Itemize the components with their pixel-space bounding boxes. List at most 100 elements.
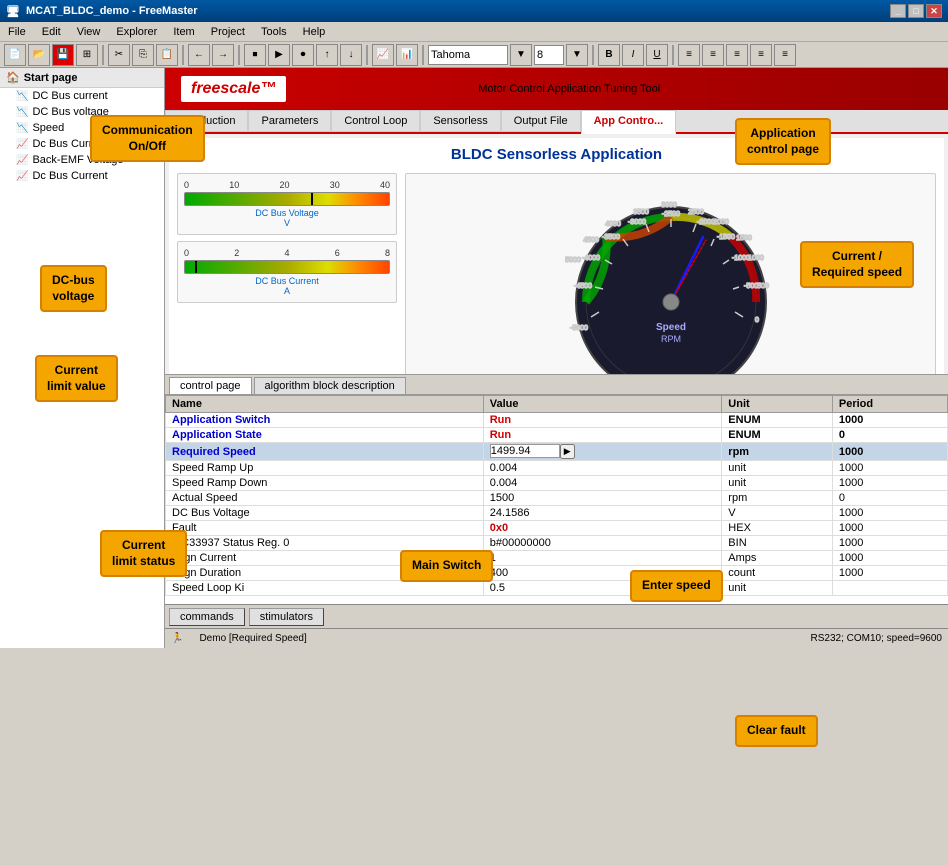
toolbar-cut[interactable]: ✂ — [108, 44, 130, 66]
row-value: 24.1586 — [483, 506, 722, 521]
toolbar-scope[interactable]: 📈 — [372, 44, 394, 66]
toolbar-size-down[interactable]: ▼ — [566, 44, 588, 66]
svg-text:2500: 2500 — [688, 209, 704, 216]
close-button[interactable]: ✕ — [926, 4, 942, 18]
svg-text:1500: 1500 — [736, 235, 752, 242]
menu-tools[interactable]: Tools — [257, 26, 291, 38]
sidebar-item-dc-bus-voltage[interactable]: 📉 DC Bus voltage — [0, 104, 164, 120]
toolbar-rec[interactable]: ⏺ — [292, 44, 314, 66]
toolbar-font-down[interactable]: ▼ — [510, 44, 532, 66]
row-unit: rpm — [722, 491, 833, 506]
sidebar: 🏠 Start page 📉 DC Bus current 📉 DC Bus v… — [0, 68, 165, 648]
toolbar-play[interactable]: ▶ — [268, 44, 290, 66]
menu-file[interactable]: File — [4, 26, 30, 38]
bottom-tab-algorithm[interactable]: algorithm block description — [254, 377, 406, 394]
toolbar-stop[interactable]: ⏹ — [244, 44, 266, 66]
table-row: DC Bus Voltage24.1586V1000 — [166, 506, 948, 521]
sidebar-item-speed[interactable]: 📉 Speed — [0, 120, 164, 136]
demo-status: Demo [Required Speed] — [199, 633, 306, 644]
table-header-row: Name Value Unit Period — [166, 396, 948, 413]
menu-project[interactable]: Project — [207, 26, 249, 38]
row-period: 0 — [832, 491, 947, 506]
toolbar-align-l[interactable]: ≡ — [678, 44, 700, 66]
tab-output-file[interactable]: Output File — [501, 110, 581, 132]
toolbar-btn7[interactable]: ≡ — [774, 44, 796, 66]
toolbar-up[interactable]: ↑ — [316, 44, 338, 66]
row-name: Align Duration — [166, 566, 484, 581]
menu-edit[interactable]: Edit — [38, 26, 65, 38]
voltage-scale: 0 10 20 30 40 — [184, 180, 390, 190]
svg-text:-500: -500 — [743, 283, 757, 290]
toolbar-fwd[interactable]: → — [212, 44, 234, 66]
v-tick-40: 40 — [380, 180, 390, 190]
svg-text:3500: 3500 — [633, 209, 649, 216]
row-value: 1 — [483, 551, 722, 566]
var-table: Name Value Unit Period Application Switc… — [165, 395, 948, 596]
table-row: Align Current1Amps1000 — [166, 551, 948, 566]
var-table-container[interactable]: Name Value Unit Period Application Switc… — [165, 394, 948, 604]
row-period: 1000 — [832, 506, 947, 521]
toolbar-new[interactable]: 📄 — [4, 44, 26, 66]
toolbar-copy[interactable]: ⎘ — [132, 44, 154, 66]
sidebar-item-dc-bus-current[interactable]: 📉 DC Bus current — [0, 88, 164, 104]
toolbar-dn[interactable]: ↓ — [340, 44, 362, 66]
maximize-button[interactable]: □ — [908, 4, 924, 18]
minimize-button[interactable]: _ — [890, 4, 906, 18]
commands-bar: commands stimulators — [165, 604, 948, 628]
v-tick-10: 10 — [229, 180, 239, 190]
tab-control-loop[interactable]: Control Loop — [331, 110, 420, 132]
current-scale: 0 2 4 6 8 — [184, 248, 390, 258]
font-select[interactable]: Tahoma — [428, 45, 508, 65]
sidebar-label-3: Speed — [32, 122, 64, 134]
font-size[interactable]: 8 — [534, 45, 564, 65]
toolbar-btn5[interactable]: 📊 — [396, 44, 418, 66]
chart-icon-5: 📈 — [16, 155, 28, 166]
window-controls[interactable]: _ □ ✕ — [890, 4, 942, 18]
table-row: Actual Speed1500rpm0 — [166, 491, 948, 506]
col-unit: Unit — [722, 396, 833, 413]
tab-sensorless[interactable]: Sensorless — [420, 110, 500, 132]
commands-button[interactable]: commands — [169, 608, 245, 626]
sidebar-item-back-emf[interactable]: 📈 Back-EMF Voltage — [0, 152, 164, 168]
row-period: 0 — [832, 428, 947, 443]
menu-item[interactable]: Item — [169, 26, 198, 38]
chart-icon-1: 📉 — [16, 91, 28, 102]
content-area: freescale™ Motor Control Application Tun… — [165, 68, 948, 648]
toolbar-paste[interactable]: 📋 — [156, 44, 178, 66]
row-name: Fault — [166, 521, 484, 536]
sidebar-item-dc-bus-current2[interactable]: 📈 Dc Bus Current — [0, 168, 164, 184]
required-speed-enter[interactable]: ▶ — [560, 444, 575, 459]
tab-app-control[interactable]: App Contro... — [581, 110, 677, 134]
toolbar-align-c[interactable]: ≡ — [702, 44, 724, 66]
menu-explorer[interactable]: Explorer — [112, 26, 161, 38]
freescale-logo: freescale™ — [191, 80, 276, 97]
toolbar-bold[interactable]: B — [598, 44, 620, 66]
toolbar-align-r[interactable]: ≡ — [726, 44, 748, 66]
row-unit: ENUM — [722, 428, 833, 443]
sidebar-item-dc-bus-current-align[interactable]: 📈 Dc Bus Current (Align... — [0, 136, 164, 152]
row-value[interactable]: ▶ — [483, 443, 722, 461]
toolbar-btn6[interactable]: ≡ — [750, 44, 772, 66]
title-bar: 🖥 MCAT_BLDC_demo - FreeMaster _ □ ✕ — [0, 0, 948, 22]
sidebar-label-2: DC Bus voltage — [32, 106, 108, 118]
c-tick-2: 2 — [234, 248, 239, 258]
toolbar-btn4[interactable]: ⊞ — [76, 44, 98, 66]
v-tick-20: 20 — [279, 180, 289, 190]
tab-parameters[interactable]: Parameters — [248, 110, 331, 132]
bottom-tab-control[interactable]: control page — [169, 377, 252, 394]
toolbar-back[interactable]: ← — [188, 44, 210, 66]
toolbar-underline[interactable]: U — [646, 44, 668, 66]
sidebar-label-1: DC Bus current — [32, 90, 107, 102]
toolbar-italic[interactable]: I — [622, 44, 644, 66]
stimulators-button[interactable]: stimulators — [249, 608, 324, 626]
row-period: 1000 — [832, 536, 947, 551]
menu-help[interactable]: Help — [299, 26, 330, 38]
toolbar-open[interactable]: 📂 — [28, 44, 50, 66]
menu-view[interactable]: View — [73, 26, 105, 38]
required-speed-input[interactable] — [490, 444, 560, 458]
row-period: 1000 — [832, 521, 947, 536]
tab-introduction[interactable]: Introduction — [165, 110, 248, 132]
svg-text:-3500: -3500 — [602, 234, 620, 241]
col-value: Value — [483, 396, 722, 413]
toolbar-save[interactable]: 💾 — [52, 44, 74, 66]
